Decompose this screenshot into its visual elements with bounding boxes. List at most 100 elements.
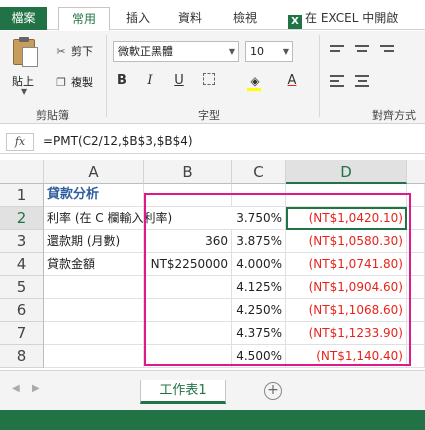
row-header[interactable]: 6 xyxy=(0,299,44,322)
align-left-icon[interactable] xyxy=(330,73,400,89)
cell-a8[interactable] xyxy=(44,345,144,368)
font-family-value: 微軟正黑體 xyxy=(118,45,173,58)
tab-data[interactable]: 資料 xyxy=(170,7,210,30)
column-header-c[interactable]: C xyxy=(232,160,286,184)
group-divider xyxy=(319,35,320,117)
cell-a6[interactable] xyxy=(44,299,144,322)
cell-e8[interactable] xyxy=(407,345,425,368)
scissors-icon: ✂ xyxy=(56,45,66,58)
column-header-a[interactable]: A xyxy=(44,160,144,184)
underline-button[interactable]: U xyxy=(170,71,188,91)
italic-button[interactable]: I xyxy=(141,71,159,91)
row-header[interactable]: 2 xyxy=(0,207,44,230)
borders-button[interactable] xyxy=(199,71,219,91)
open-in-excel-button[interactable]: X在 EXCEL 中開啟 xyxy=(288,7,425,30)
align-top-icon[interactable] xyxy=(330,43,400,59)
cell-c1[interactable] xyxy=(232,184,286,207)
tab-home[interactable]: 常用 xyxy=(58,7,110,31)
cell-d4[interactable]: (NT$1,0741.80) xyxy=(286,253,407,276)
font-size-value: 10 xyxy=(250,45,264,58)
cell-c4[interactable]: 4.000% xyxy=(232,253,286,276)
cell-c3[interactable]: 3.875% xyxy=(232,230,286,253)
tab-insert[interactable]: 插入 xyxy=(118,7,158,30)
sheet-tab-bar: ◀ ▶ 工作表1 + xyxy=(0,370,425,410)
alignment-group-label: 對齊方式 xyxy=(372,109,416,122)
chevron-down-icon: ▼ xyxy=(282,47,289,56)
cell-e7[interactable] xyxy=(407,322,425,345)
scroll-left-icon[interactable]: ◀ xyxy=(12,383,20,394)
cell-c6[interactable]: 4.250% xyxy=(232,299,286,322)
cell-e6[interactable] xyxy=(407,299,425,322)
font-color-button[interactable]: A xyxy=(282,71,302,91)
cell-c2[interactable]: 3.750% xyxy=(232,207,286,230)
clipboard-group-label: 剪貼簿 xyxy=(36,109,69,122)
cell-b1[interactable] xyxy=(144,184,232,207)
paste-button[interactable]: 貼上 ▼ xyxy=(8,37,42,96)
cell-d5[interactable]: (NT$1,0904.60) xyxy=(286,276,407,299)
formula-input[interactable]: =PMT(C2/12,$B$3,$B$4) xyxy=(43,134,193,148)
row-header[interactable]: 7 xyxy=(0,322,44,345)
tab-review[interactable]: 檢視 xyxy=(225,7,265,30)
cell-a7[interactable] xyxy=(44,322,144,345)
row-header[interactable]: 4 xyxy=(0,253,44,276)
cell-c5[interactable]: 4.125% xyxy=(232,276,286,299)
copy-label: 複製 xyxy=(71,76,93,89)
open-in-excel-label: 在 EXCEL 中開啟 xyxy=(305,11,399,25)
cell-a4[interactable]: 貸款金額 xyxy=(44,253,144,276)
paint-bucket-icon: ◈ xyxy=(250,74,260,88)
fill-color-swatch xyxy=(247,88,261,91)
row-header[interactable]: 3 xyxy=(0,230,44,253)
font-family-select[interactable]: 微軟正黑體 ▼ xyxy=(113,41,239,62)
row-header[interactable]: 5 xyxy=(0,276,44,299)
cell-d7[interactable]: (NT$1,1233.90) xyxy=(286,322,407,345)
formula-bar: fx =PMT(C2/12,$B$3,$B$4) xyxy=(0,130,425,154)
cell-a2[interactable]: 利率 (在 C 欄輸入利率) xyxy=(44,207,172,230)
cell-e1[interactable] xyxy=(407,184,425,207)
cell-b8[interactable] xyxy=(144,345,232,368)
tab-file[interactable]: 檔案 xyxy=(0,7,47,30)
clipboard-clip xyxy=(19,37,29,42)
paste-sheet-icon xyxy=(22,47,38,67)
column-header-b[interactable]: B xyxy=(144,160,232,184)
column-header-e[interactable] xyxy=(407,160,425,184)
group-divider xyxy=(106,35,107,117)
scroll-right-icon[interactable]: ▶ xyxy=(32,383,40,394)
cell-d6[interactable]: (NT$1,1068.60) xyxy=(286,299,407,322)
cell-d2[interactable]: (NT$1,0420.10) xyxy=(286,207,407,230)
cell-d3[interactable]: (NT$1,0580.30) xyxy=(286,230,407,253)
column-header-d[interactable]: D xyxy=(286,160,407,184)
select-all-corner[interactable] xyxy=(0,160,44,184)
cut-button[interactable]: ✂ 剪下 xyxy=(54,43,93,59)
cell-e5[interactable] xyxy=(407,276,425,299)
cell-e4[interactable] xyxy=(407,253,425,276)
fill-color-button[interactable]: ◈ xyxy=(244,71,266,91)
cell-a5[interactable] xyxy=(44,276,144,299)
cell-b6[interactable] xyxy=(144,299,232,322)
cell-b5[interactable] xyxy=(144,276,232,299)
add-sheet-icon[interactable]: + xyxy=(264,382,282,400)
copy-icon: ❐ xyxy=(56,76,66,89)
cell-a3[interactable]: 還款期 (月數) xyxy=(44,230,144,253)
cell-d1[interactable] xyxy=(286,184,407,207)
borders-icon xyxy=(203,73,215,85)
bold-button[interactable]: B xyxy=(113,71,131,91)
cell-b4[interactable]: NT$2250000 xyxy=(144,253,232,276)
cell-b3[interactable]: 360 xyxy=(144,230,232,253)
cell-a1[interactable]: 貸款分析 xyxy=(44,184,144,207)
insert-function-button[interactable]: fx xyxy=(6,133,34,151)
excel-logo-icon: X xyxy=(288,15,302,29)
ribbon: 貼上 ▼ ✂ 剪下 ❐ 複製 剪貼簿 微軟正黑體 ▼ 10 ▼ B I U ◈ A 字型 xyxy=(0,31,425,124)
cell-e2[interactable] xyxy=(407,207,425,230)
cell-c8[interactable]: 4.500% xyxy=(232,345,286,368)
cell-e3[interactable] xyxy=(407,230,425,253)
cell-b7[interactable] xyxy=(144,322,232,345)
row-header[interactable]: 1 xyxy=(0,184,44,207)
chevron-down-icon[interactable]: ▼ xyxy=(21,87,27,96)
copy-button[interactable]: ❐ 複製 xyxy=(54,74,93,90)
cell-c7[interactable]: 4.375% xyxy=(232,322,286,345)
cut-label: 剪下 xyxy=(71,45,93,58)
sheet-tab[interactable]: 工作表1 xyxy=(140,380,226,404)
cell-d8[interactable]: (NT$1,140.40) xyxy=(286,345,407,368)
font-size-select[interactable]: 10 ▼ xyxy=(245,41,293,62)
row-header[interactable]: 8 xyxy=(0,345,44,368)
